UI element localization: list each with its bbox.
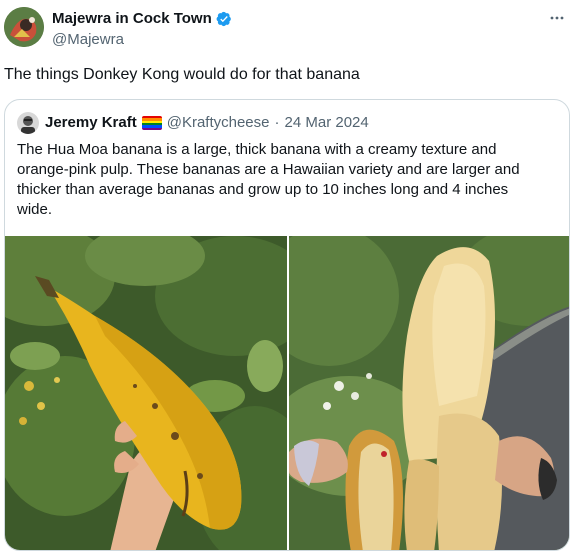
quoted-tweet-text: The Hua Moa banana is a large, thick ban… xyxy=(17,141,520,218)
quoted-avatar-icon xyxy=(17,112,39,134)
hand-holding-banana-photo[interactable] xyxy=(5,236,287,550)
quoted-media-grid[interactable] xyxy=(5,236,569,550)
more-icon xyxy=(550,16,564,20)
avatar[interactable] xyxy=(4,7,44,47)
more-options-button[interactable] xyxy=(546,8,568,28)
quoted-author-handle[interactable]: @Kraftycheese xyxy=(167,113,270,133)
author-display-name[interactable]: Majewra in Cock Town xyxy=(52,10,212,28)
separator-dot: · xyxy=(274,114,280,131)
quoted-tweet-date[interactable]: 24 Mar 2024 xyxy=(285,113,369,133)
tweet-author[interactable]: Majewra in Cock Town @Majewra xyxy=(52,10,232,49)
quoted-author-name[interactable]: Jeremy Kraft xyxy=(45,113,137,133)
peeled-banana-photo[interactable] xyxy=(289,236,569,550)
quoted-tweet-header: Jeremy Kraft @Kraftycheese · 24 Mar 2024 xyxy=(17,112,369,134)
avatar-icon xyxy=(4,7,44,47)
author-handle[interactable]: @Majewra xyxy=(52,31,232,49)
rainbow-flag-icon xyxy=(141,116,162,130)
verified-badge-icon xyxy=(216,11,231,27)
tweet-text: The things Donkey Kong would do for that… xyxy=(4,66,360,83)
quoted-tweet[interactable]: Jeremy Kraft @Kraftycheese · 24 Mar 2024… xyxy=(4,99,570,551)
quoted-avatar[interactable] xyxy=(17,112,39,134)
